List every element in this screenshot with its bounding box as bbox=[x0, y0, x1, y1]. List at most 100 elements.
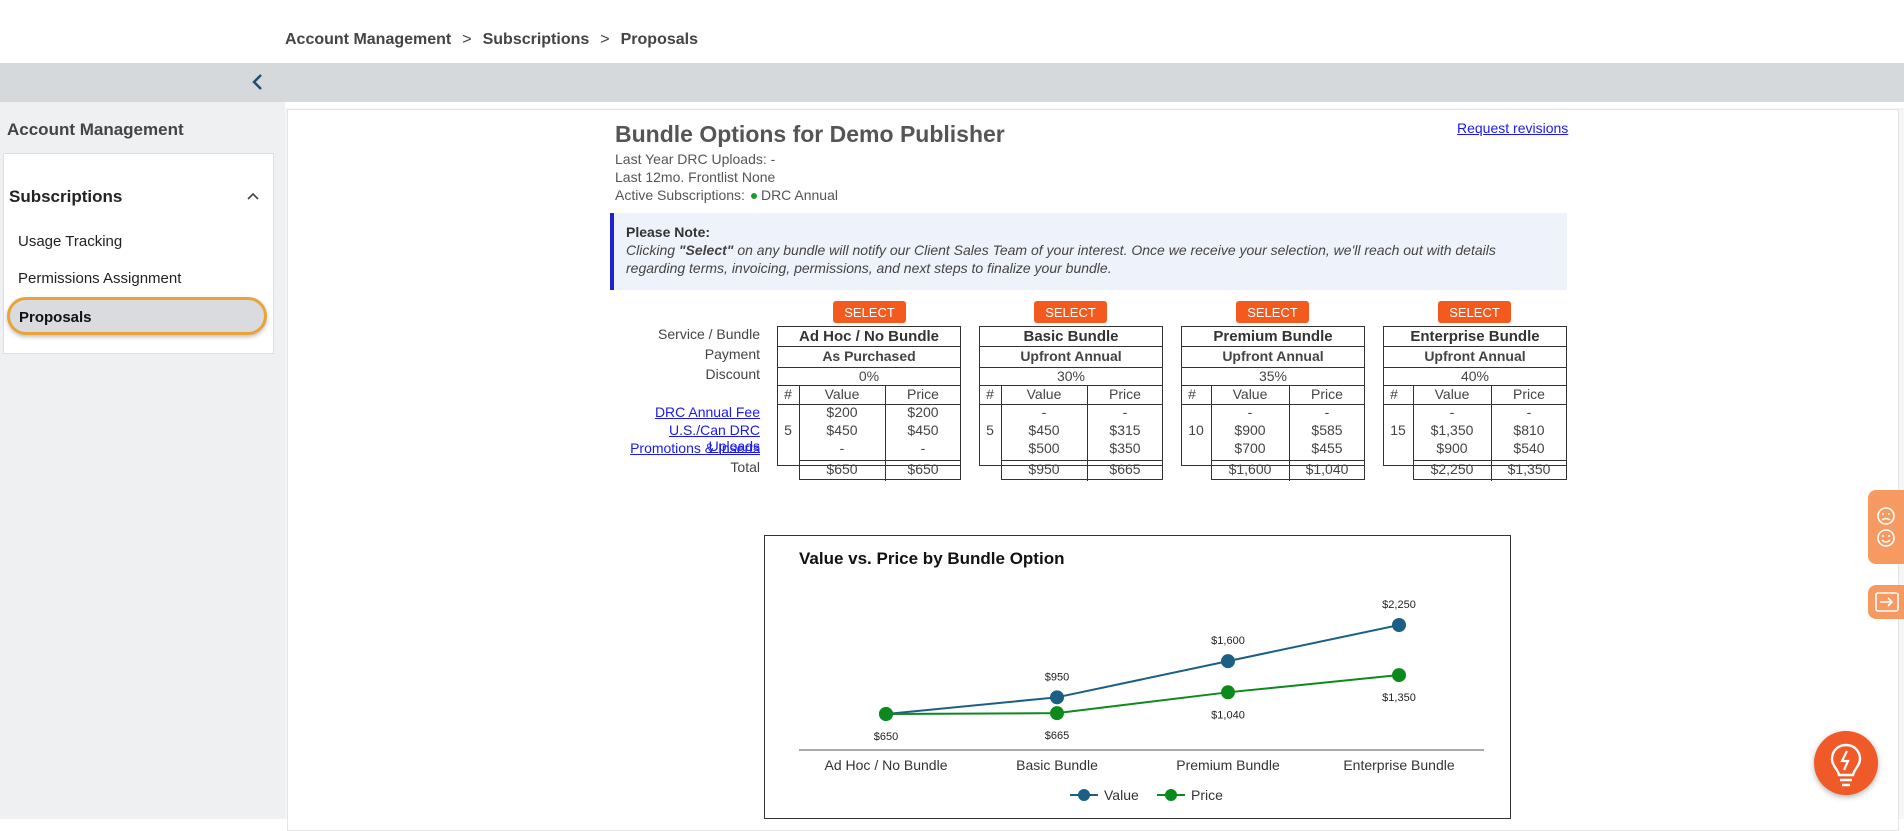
sidebar-item-proposals[interactable]: Proposals bbox=[7, 297, 267, 335]
note-select-word: "Select" bbox=[678, 242, 734, 258]
sidebar-item-usage-tracking[interactable]: Usage Tracking bbox=[18, 233, 122, 250]
legend-marker bbox=[1078, 789, 1090, 801]
note-text: on any bundle will notify our Client Sal… bbox=[626, 242, 1496, 276]
status-dot-icon bbox=[750, 193, 757, 199]
legend-label: Value bbox=[1104, 787, 1139, 803]
bundle-discount: 30% bbox=[979, 368, 1163, 386]
bundle-count: 5 bbox=[784, 422, 792, 438]
collapse-sidebar-button[interactable] bbox=[248, 70, 268, 94]
breadcrumb-separator: > bbox=[600, 31, 610, 48]
select-button-premium[interactable]: SELECT bbox=[1236, 301, 1309, 323]
drc-annual-fee-link[interactable]: DRC Annual Fee bbox=[615, 404, 760, 420]
total-value: $950 bbox=[1028, 461, 1060, 477]
help-button[interactable] bbox=[1814, 731, 1878, 795]
feedback-tab[interactable] bbox=[1868, 490, 1904, 564]
col-header-price: Price bbox=[1311, 386, 1343, 402]
col-header-value: Value bbox=[1026, 386, 1062, 402]
uploads-value: $1,350 bbox=[1430, 422, 1474, 438]
bundle-header: Basic Bundle Upfront Annual bbox=[979, 326, 1163, 368]
bundle-discount: 35% bbox=[1181, 368, 1365, 386]
col-header-count: # bbox=[1188, 386, 1196, 402]
promos-price: $350 bbox=[1109, 440, 1141, 456]
select-button-enterprise[interactable]: SELECT bbox=[1438, 301, 1511, 323]
x-tick-label: Ad Hoc / No Bundle bbox=[825, 757, 948, 773]
promos-value: - bbox=[839, 440, 845, 456]
col-header-price: Price bbox=[1513, 386, 1545, 402]
uploads-price: $450 bbox=[907, 422, 939, 438]
fee-price: - bbox=[1122, 404, 1128, 420]
total-price: $1,040 bbox=[1305, 461, 1349, 477]
fee-price: - bbox=[1324, 404, 1330, 420]
col-header-value: Value bbox=[1232, 386, 1268, 402]
data-label-value: $1,600 bbox=[1211, 635, 1245, 647]
uploads-price: $585 bbox=[1311, 422, 1343, 438]
divider bbox=[1182, 346, 1364, 347]
promos-price: - bbox=[920, 440, 926, 456]
divider bbox=[980, 346, 1162, 347]
sidebar-section-subscriptions[interactable]: Subscriptions bbox=[9, 187, 122, 207]
active-subscriptions-value: DRC Annual bbox=[760, 187, 838, 203]
page-title: Bundle Options for Demo Publisher bbox=[615, 121, 1005, 147]
promos-value: $500 bbox=[1028, 440, 1060, 456]
data-label-price: $1,350 bbox=[1382, 692, 1416, 704]
active-subscriptions-label: Active Subscriptions: bbox=[615, 187, 745, 203]
row-label-service: Service / Bundle bbox=[658, 326, 760, 342]
fee-value: - bbox=[1041, 404, 1047, 420]
bundle-discount: 40% bbox=[1383, 368, 1567, 386]
bundle-count: 10 bbox=[1188, 422, 1204, 438]
breadcrumb-subscriptions[interactable]: Subscriptions bbox=[483, 31, 590, 48]
chevron-up-icon bbox=[247, 192, 259, 200]
data-label-value: $2,250 bbox=[1382, 599, 1416, 611]
breadcrumb: Account Management > Subscriptions > Proposa… bbox=[285, 31, 698, 49]
note-title: Please Note: bbox=[626, 224, 711, 240]
last-12mo-frontlist: Last 12mo. Frontlist None bbox=[615, 169, 776, 185]
sidebar-item-permissions-assignment[interactable]: Permissions Assignment bbox=[18, 270, 181, 287]
promotions-link[interactable]: Promotions & Inserts bbox=[615, 440, 760, 456]
total-price: $665 bbox=[1109, 461, 1141, 477]
request-revisions-link[interactable]: Request revisions bbox=[1457, 120, 1568, 136]
data-point-price bbox=[1392, 668, 1406, 683]
breadcrumb-account-management[interactable]: Account Management bbox=[285, 31, 451, 48]
promos-value: $700 bbox=[1234, 440, 1266, 456]
bundle-header: Premium Bundle Upfront Annual bbox=[1181, 326, 1365, 368]
x-tick-label: Enterprise Bundle bbox=[1343, 757, 1455, 773]
series-line-price bbox=[885, 674, 1400, 715]
col-header-price: Price bbox=[1109, 386, 1141, 402]
select-button-basic[interactable]: SELECT bbox=[1034, 301, 1107, 323]
breadcrumb-separator: > bbox=[462, 31, 472, 48]
uploads-value: $450 bbox=[1028, 422, 1060, 438]
data-label-price: $650 bbox=[874, 731, 898, 743]
uploads-price: $810 bbox=[1513, 422, 1545, 438]
data-point-price bbox=[1050, 706, 1064, 721]
total-value: $650 bbox=[826, 461, 858, 477]
bundle-count: 15 bbox=[1390, 422, 1406, 438]
select-button-ad-hoc[interactable]: SELECT bbox=[833, 301, 906, 323]
col-header-count: # bbox=[1390, 386, 1398, 402]
data-label-value: $950 bbox=[1045, 671, 1069, 683]
bundle-table-ad-hoc: Ad Hoc / No Bundle As Purchased 0% # Val… bbox=[777, 326, 961, 481]
data-label-price: $665 bbox=[1045, 730, 1069, 742]
note-box: Please Note: Clicking "Select" on any bu… bbox=[610, 213, 1567, 290]
promos-value: $900 bbox=[1436, 440, 1468, 456]
bundle-table-basic: Basic Bundle Upfront Annual 30% # Value … bbox=[979, 326, 1163, 481]
breadcrumb-proposals: Proposals bbox=[620, 31, 698, 48]
data-point-price bbox=[1221, 685, 1235, 700]
divider bbox=[1384, 346, 1566, 347]
sidebar-item-label: Proposals bbox=[19, 309, 92, 326]
bundle-payment: Upfront Annual bbox=[1424, 348, 1526, 364]
active-subscriptions: Active Subscriptions: DRC Annual bbox=[615, 187, 838, 203]
bundle-discount: 0% bbox=[777, 368, 961, 386]
section-toggle[interactable] bbox=[245, 189, 261, 203]
divider bbox=[778, 346, 960, 347]
total-price: $650 bbox=[907, 461, 939, 477]
row-label-payment: Payment bbox=[704, 346, 760, 362]
bundle-name: Ad Hoc / No Bundle bbox=[799, 328, 939, 345]
logout-icon bbox=[1875, 592, 1899, 612]
col-header-value: Value bbox=[1434, 386, 1470, 402]
bundle-table-premium: Premium Bundle Upfront Annual 35% # Valu… bbox=[1181, 326, 1365, 481]
sidebar-title: Account Management bbox=[7, 120, 184, 139]
fee-price: - bbox=[1526, 404, 1532, 420]
x-tick-label: Premium Bundle bbox=[1176, 757, 1280, 773]
exit-tab[interactable] bbox=[1868, 585, 1904, 619]
x-tick-label: Basic Bundle bbox=[1016, 757, 1098, 773]
